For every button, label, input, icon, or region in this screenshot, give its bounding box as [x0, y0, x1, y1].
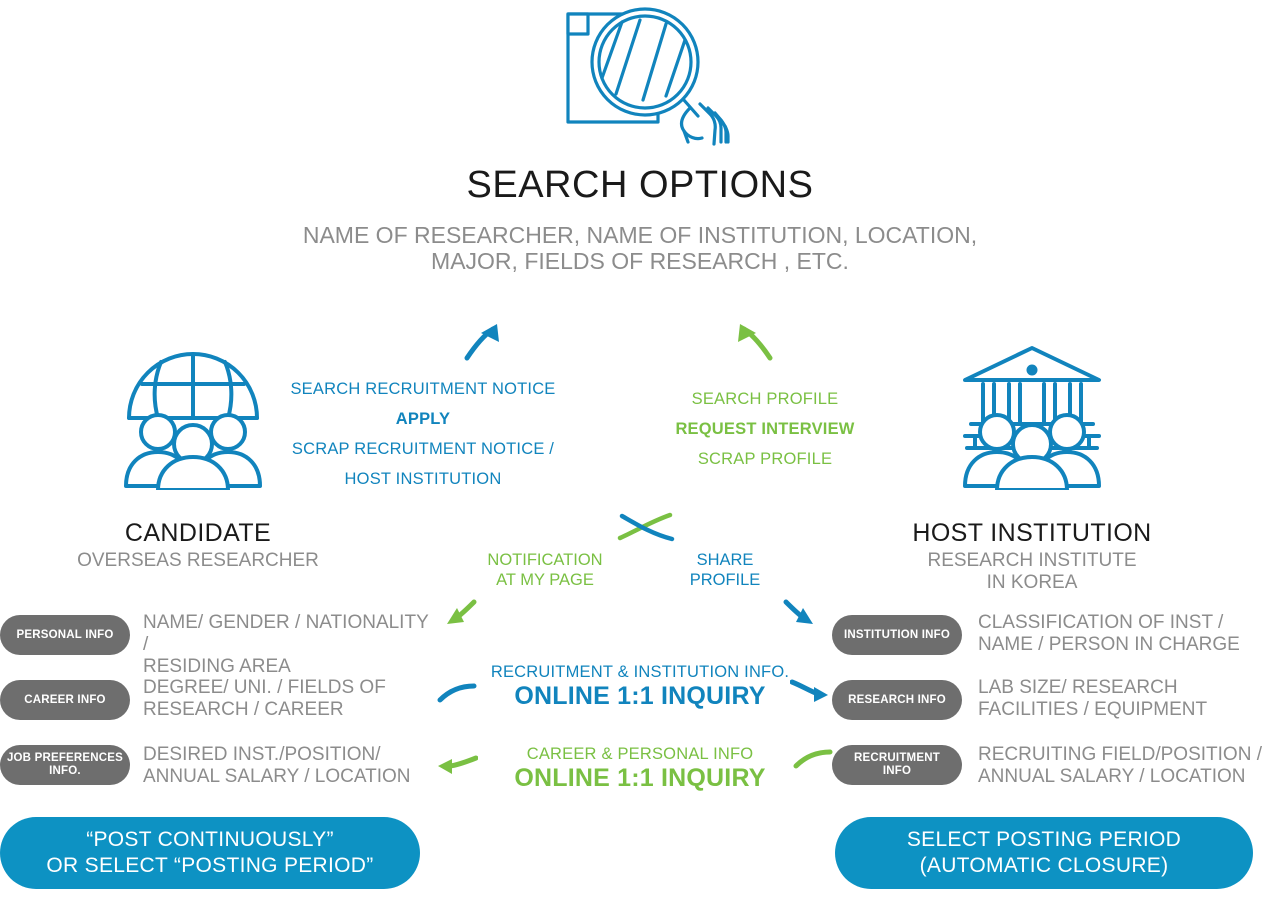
arrow-up-right-blue-icon	[455, 318, 511, 369]
candidate-career-info-line-2: RESEARCH / CAREER	[143, 699, 344, 720]
pill-job-preferences-line-2: INFO.	[49, 765, 81, 777]
candidate-career-info-line-1: DEGREE/ UNI. / FIELDS OF	[143, 677, 386, 698]
flow-career-small-text: CAREER & PERSONAL INFO	[526, 745, 754, 763]
candidate-personal-info-text: NAME/ GENDER / NATIONALITY / RESIDING AR…	[143, 612, 433, 678]
host-posting-button[interactable]: SELECT POSTING PERIOD (AUTOMATIC CLOSURE…	[835, 817, 1253, 889]
flow-share-line-2: PROFILE	[689, 571, 761, 589]
pill-institution-info[interactable]: INSTITUTION INFO	[832, 615, 962, 655]
candidate-job-preferences-line-2: ANNUAL SALARY / LOCATION	[143, 766, 411, 787]
host-posting-button-line-2: (AUTOMATIC CLOSURE)	[919, 854, 1169, 877]
pill-job-preferences-info[interactable]: JOB PREFERENCES INFO.	[0, 745, 130, 785]
arrow-right-blue-icon	[789, 676, 832, 711]
candidate-posting-button-line-2: OR SELECT “POSTING PERIOD”	[46, 854, 374, 877]
flow-career-big-text[interactable]: ONLINE 1:1 INQUIRY	[440, 764, 840, 792]
host-subtitle: RESEARCH INSTITUTE IN KOREA	[872, 550, 1192, 594]
candidate-job-preferences-text: DESIRED INST./POSITION/ ANNUAL SALARY / …	[143, 744, 433, 788]
flow-recruitment-small-text: RECRUITMENT & INSTITUTION INFO.	[490, 663, 790, 681]
host-institution-info-line-2: NAME / PERSON IN CHARGE	[978, 634, 1240, 655]
candidate-title: CANDIDATE	[124, 519, 272, 547]
candidate-action-list: SEARCH RECRUITMENT NOTICE APPLY SCRAP RE…	[263, 374, 583, 494]
host-action-scrap-profile[interactable]: SCRAP PROFILE	[605, 444, 925, 474]
candidate-action-apply[interactable]: APPLY	[263, 404, 583, 434]
host-research-info-text: LAB SIZE/ RESEARCH FACILITIES / EQUIPMEN…	[978, 677, 1268, 721]
arrow-down-right-blue-1-icon	[778, 596, 820, 637]
host-action-list: SEARCH PROFILE REQUEST INTERVIEW SCRAP P…	[605, 384, 925, 474]
pill-recruitment-info[interactable]: RECRUITMENT INFO	[832, 745, 962, 785]
host-research-info-line-1: LAB SIZE/ RESEARCH	[978, 677, 1178, 698]
pill-job-preferences-line-1: JOB PREFERENCES	[6, 752, 124, 764]
pill-recruitment-line-2: INFO	[882, 765, 912, 777]
flow-career-inquiry-label: CAREER & PERSONAL INFO ONLINE 1:1 INQUIR…	[440, 744, 840, 792]
curve-left-blue-icon	[436, 682, 478, 713]
diagram-canvas: SEARCH OPTIONS NAME OF RESEARCHER, NAME …	[0, 0, 1280, 900]
crossing-arrows-icon	[612, 508, 682, 555]
candidate-action-scrap-recruitment-notice[interactable]: SCRAP RECRUITMENT NOTICE /	[263, 434, 583, 464]
host-posting-button-line-1: SELECT POSTING PERIOD	[906, 828, 1182, 851]
host-action-request-interview[interactable]: REQUEST INTERVIEW	[605, 414, 925, 444]
host-recruitment-info-line-1: RECRUITING FIELD/POSITION /	[978, 744, 1262, 765]
pill-personal-info[interactable]: PERSONAL INFO	[0, 615, 130, 655]
candidate-subtitle: OVERSEAS RESEARCHER	[77, 550, 319, 571]
page-subtitle-line-1: NAME OF RESEARCHER, NAME OF INSTITUTION,…	[302, 222, 978, 248]
globe-people-icon	[118, 340, 268, 492]
host-institution-info-text: CLASSIFICATION OF INST / NAME / PERSON I…	[978, 612, 1268, 656]
flow-share-profile-label: SHARE PROFILE	[645, 550, 805, 590]
page-title: SEARCH OPTIONS	[466, 164, 814, 206]
institution-people-icon	[957, 340, 1107, 492]
candidate-personal-info-line-1: NAME/ GENDER / NATIONALITY /	[143, 612, 429, 655]
curve-right-green-icon	[792, 748, 834, 779]
flow-recruitment-inquiry-label: RECRUITMENT & INSTITUTION INFO. ONLINE 1…	[440, 662, 840, 710]
host-subtitle-line-2: IN KOREA	[986, 572, 1078, 593]
candidate-posting-button[interactable]: “POST CONTINUOUSLY” OR SELECT “POSTING P…	[0, 817, 420, 889]
flow-recruitment-big-text[interactable]: ONLINE 1:1 INQUIRY	[440, 682, 840, 710]
host-recruitment-info-text: RECRUITING FIELD/POSITION / ANNUAL SALAR…	[978, 744, 1268, 788]
pill-recruitment-line-1: RECRUITMENT	[854, 752, 940, 764]
host-title: HOST INSTITUTION	[912, 519, 1152, 547]
pill-career-info[interactable]: CAREER INFO	[0, 680, 130, 720]
page-subtitle: NAME OF RESEARCHER, NAME OF INSTITUTION,…	[190, 222, 1090, 274]
arrow-left-green-icon	[434, 748, 479, 783]
host-action-search-profile[interactable]: SEARCH PROFILE	[605, 384, 925, 414]
flow-notification-line-2: AT MY PAGE	[496, 571, 594, 589]
page-subtitle-line-2: MAJOR, FIELDS OF RESEARCH , ETC.	[431, 248, 849, 274]
host-institution-info-line-1: CLASSIFICATION OF INST /	[978, 612, 1224, 633]
document-magnifier-icon	[540, 0, 740, 150]
arrow-down-left-green-1-icon	[440, 596, 482, 637]
host-recruitment-info-line-2: ANNUAL SALARY / LOCATION	[978, 766, 1246, 787]
host-research-info-line-2: FACILITIES / EQUIPMENT	[978, 699, 1208, 720]
candidate-career-info-text: DEGREE/ UNI. / FIELDS OF RESEARCH / CARE…	[143, 677, 433, 721]
candidate-action-host-institution[interactable]: HOST INSTITUTION	[263, 464, 583, 494]
candidate-personal-info-line-2: RESIDING AREA	[143, 656, 291, 677]
candidate-action-search-recruitment-notice[interactable]: SEARCH RECRUITMENT NOTICE	[263, 374, 583, 404]
pill-research-info[interactable]: RESEARCH INFO	[832, 680, 962, 720]
candidate-job-preferences-line-1: DESIRED INST./POSITION/	[143, 744, 381, 765]
host-subtitle-line-1: RESEARCH INSTITUTE	[927, 550, 1137, 571]
flow-notification-label: NOTIFICATION AT MY PAGE	[445, 550, 645, 590]
arrow-up-left-green-icon	[726, 318, 782, 369]
candidate-posting-button-line-1: “POST CONTINUOUSLY”	[86, 828, 334, 851]
